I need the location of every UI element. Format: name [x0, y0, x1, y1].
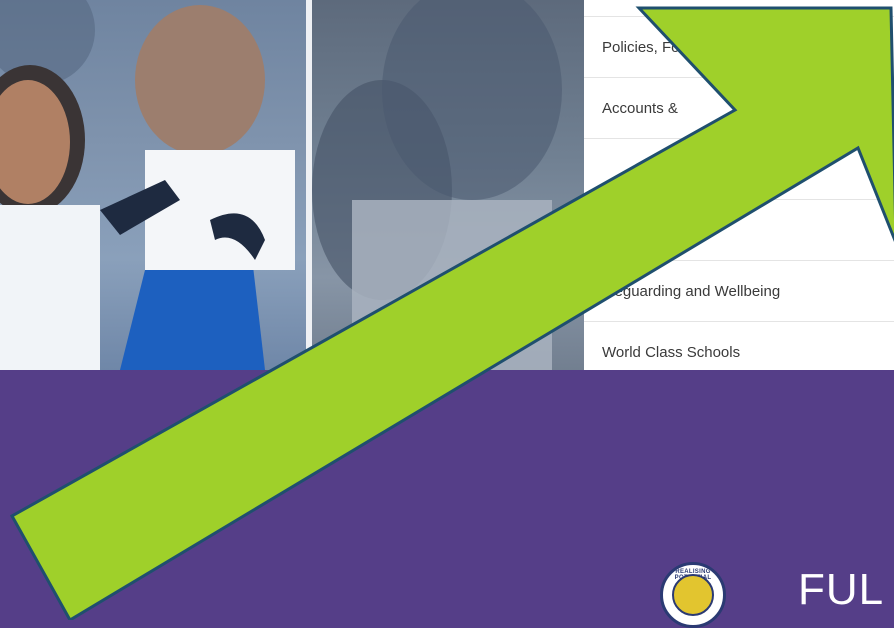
side-menu: Policies, Forms & Accounts & ation Repor… — [584, 0, 894, 370]
menu-item-policies-forms[interactable]: Policies, Forms & — [584, 16, 894, 77]
student-blur-illustration — [312, 0, 562, 370]
menu-item-report[interactable]: ation Report — [584, 199, 894, 260]
school-crest-logo: REALISING POTENTIAL — [660, 562, 726, 628]
menu-item-safeguarding-wellbeing[interactable]: afeguarding and Wellbeing — [584, 260, 894, 321]
menu-item-world-class-schools[interactable]: World Class Schools — [584, 321, 894, 370]
brand-wordmark: FUL — [798, 565, 885, 614]
logo-shield-icon — [672, 574, 714, 616]
hero-photo-students-left — [0, 0, 306, 370]
footer-band — [0, 370, 894, 620]
menu-item-hidden[interactable] — [584, 138, 894, 199]
hero-photo-students-right — [312, 0, 584, 370]
students-illustration — [0, 0, 295, 370]
menu-item-accounts[interactable]: Accounts & — [584, 77, 894, 138]
